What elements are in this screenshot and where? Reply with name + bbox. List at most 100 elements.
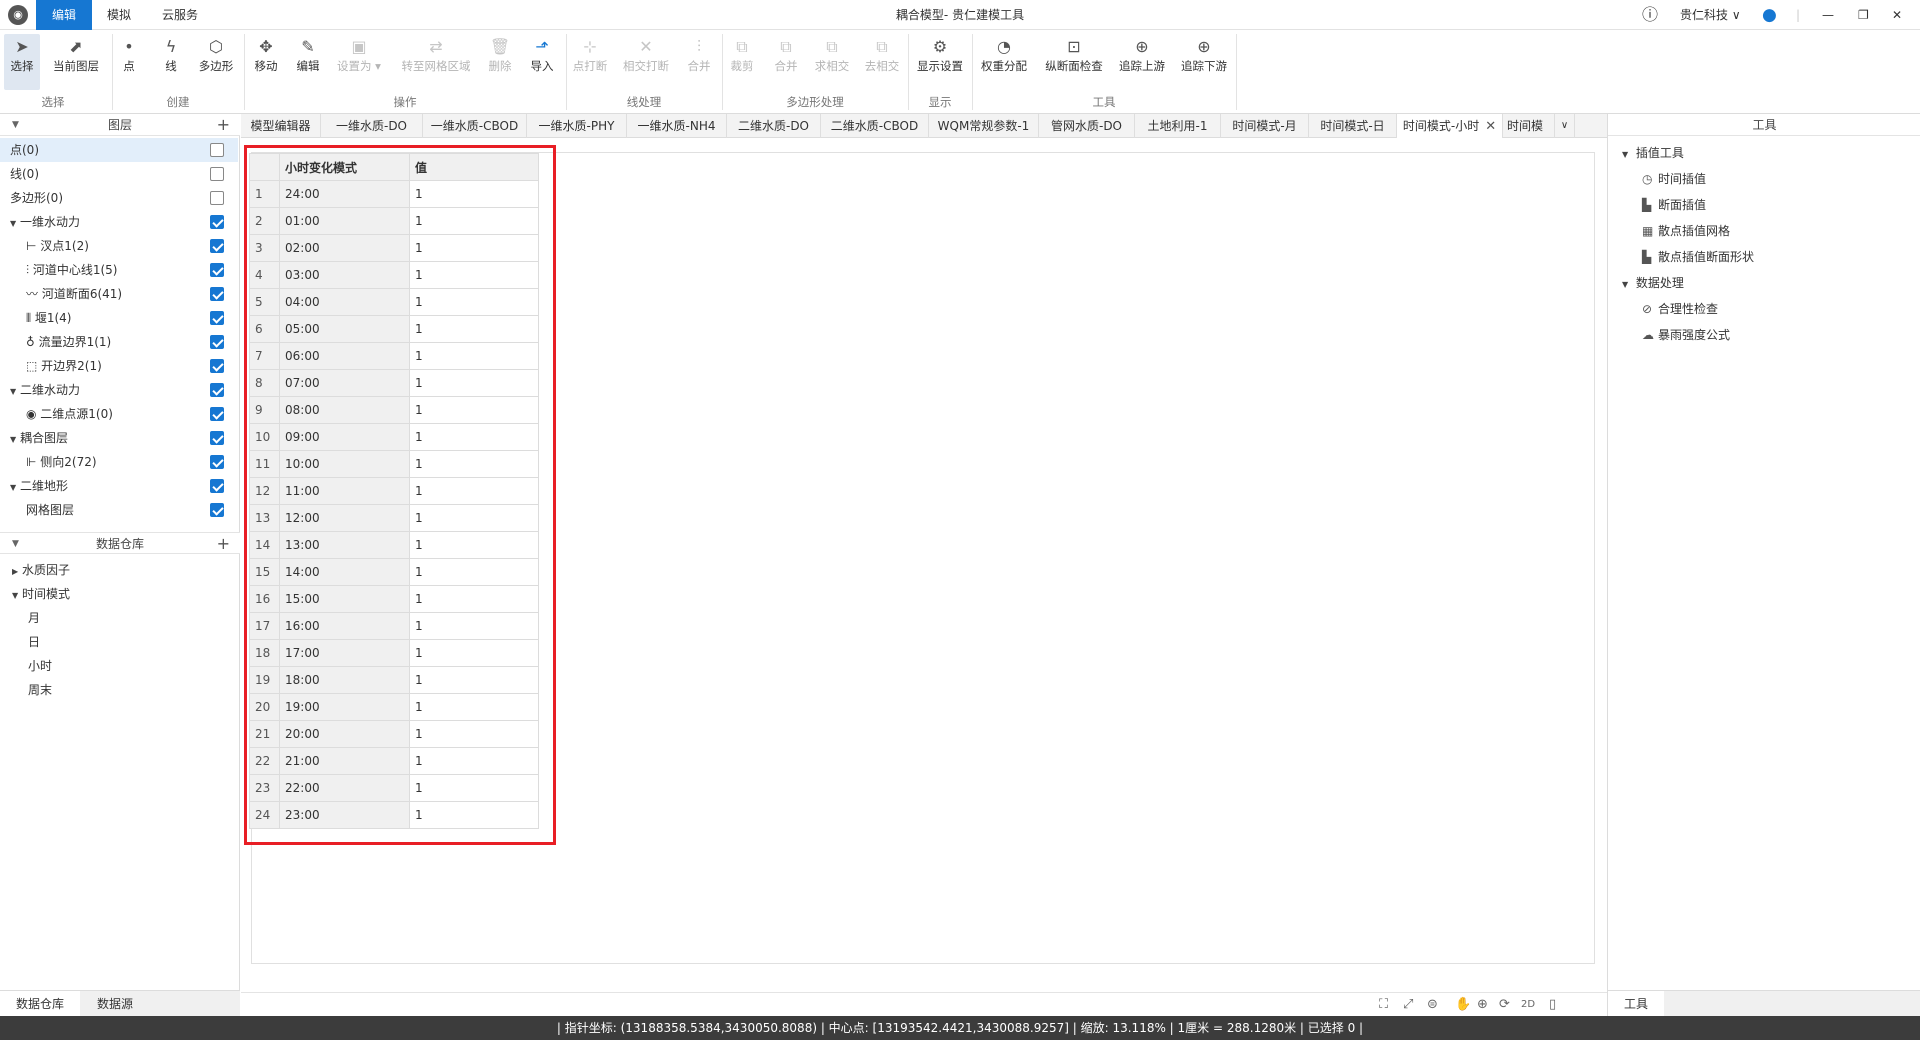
value-cell[interactable]: 1 (409, 558, 539, 586)
expand-icon[interactable]: ▼ (10, 428, 20, 452)
table-row[interactable]: 2 01:00 1 (249, 207, 539, 235)
time-cell[interactable]: 13:00 (279, 531, 410, 559)
time-cell[interactable]: 03:00 (279, 261, 410, 289)
tool-section[interactable]: ▼ 插值工具 (1622, 140, 1684, 166)
value-cell[interactable]: 1 (409, 639, 539, 667)
layer-checkbox[interactable] (210, 143, 224, 157)
user-avatar-icon[interactable]: ● (1762, 0, 1777, 30)
layer-checkbox[interactable] (210, 335, 224, 349)
table-row[interactable]: 17 16:00 1 (249, 612, 539, 640)
profile-check-button[interactable]: ⊡ 纵断面检查 (1042, 36, 1106, 74)
value-cell[interactable]: 1 (409, 180, 539, 208)
time-cell[interactable]: 23:00 (279, 801, 410, 829)
doc-tab[interactable]: 一维水质-CBOD (423, 114, 527, 138)
expand-icon[interactable]: ▼ (10, 212, 20, 236)
layer-checkbox[interactable] (210, 263, 224, 277)
time-cell[interactable]: 14:00 (279, 558, 410, 586)
split-view-icon[interactable]: ▯ (1549, 997, 1556, 1012)
weight-allocation-button[interactable]: ◔ 权重分配 (978, 36, 1030, 74)
time-cell[interactable]: 21:00 (279, 747, 410, 775)
doc-tab[interactable]: 一维水质-NH4 (627, 114, 727, 138)
doc-tab[interactable]: 时间模 (1503, 114, 1555, 138)
column-header-pattern[interactable]: 小时变化模式 (279, 153, 410, 181)
expand-icon[interactable]: ▼ (1622, 272, 1632, 298)
polygon-union-button[interactable]: ⧉ 合并 (770, 36, 802, 74)
zoom-in-icon[interactable]: ⊕ (1477, 997, 1488, 1012)
view-2d-toggle[interactable]: 2D (1521, 999, 1535, 1010)
layer-item[interactable]: ⫶ 河道中心线1(5) (0, 258, 238, 282)
close-button[interactable]: ✕ (1892, 0, 1902, 30)
doc-tab[interactable]: WQM常规参数-1 (929, 114, 1039, 138)
time-cell[interactable]: 17:00 (279, 639, 410, 667)
trace-upstream-button[interactable]: ⊕ 追踪上游 (1116, 36, 1168, 74)
table-row[interactable]: 24 23:00 1 (249, 801, 539, 829)
collapse-icon[interactable]: ▼ (12, 533, 19, 555)
value-cell[interactable]: 1 (409, 450, 539, 478)
restore-button[interactable]: ❐ (1858, 0, 1869, 30)
layer-item[interactable]: ⊢ 汊点1(2) (0, 234, 238, 258)
value-cell[interactable]: 1 (409, 585, 539, 613)
doc-tab[interactable]: 管网水质-DO (1039, 114, 1135, 138)
time-cell[interactable]: 05:00 (279, 315, 410, 343)
layer-checkbox[interactable] (210, 407, 224, 421)
line-button[interactable]: ϟ线 (156, 36, 186, 74)
layer-checkbox[interactable] (210, 239, 224, 253)
value-cell[interactable]: 1 (409, 747, 539, 775)
time-cell[interactable]: 20:00 (279, 720, 410, 748)
warehouse-item[interactable]: 月 (0, 606, 238, 630)
table-row[interactable]: 4 03:00 1 (249, 261, 539, 289)
expand-icon[interactable]: ▼ (1622, 142, 1632, 168)
layer-item[interactable]: ♁ 流量边界1(1) (0, 330, 238, 354)
layer-item[interactable]: 〰 河道断面6(41) (0, 282, 238, 306)
time-cell[interactable]: 11:00 (279, 477, 410, 505)
close-tab-icon[interactable]: ✕ (1485, 119, 1496, 134)
value-cell[interactable]: 1 (409, 261, 539, 289)
table-row[interactable]: 3 02:00 1 (249, 234, 539, 262)
time-cell[interactable]: 10:00 (279, 450, 410, 478)
set-as-button[interactable]: ▣ 设置为 ▾ (334, 36, 384, 74)
fit-icon[interactable]: ⤢ (1403, 997, 1413, 1012)
value-cell[interactable]: 1 (409, 666, 539, 694)
layer-checkbox[interactable] (210, 455, 224, 469)
menu-tab-edit[interactable]: 编辑 (36, 0, 92, 30)
point-button[interactable]: • 点 (114, 36, 144, 74)
column-header-value[interactable]: 值 (409, 153, 539, 181)
point-break-button[interactable]: ⊹ 点打断 (570, 36, 610, 74)
value-cell[interactable]: 1 (409, 720, 539, 748)
layer-checkbox[interactable] (210, 359, 224, 373)
layer-group[interactable]: ▼ 耦合图层 (0, 426, 238, 450)
table-row[interactable]: 7 06:00 1 (249, 342, 539, 370)
intersect-break-button[interactable]: ✕ 相交打断 (620, 36, 672, 74)
tabs-overflow-chevron-icon[interactable]: ∨ (1555, 114, 1575, 138)
expand-icon[interactable]: ▼ (10, 476, 20, 500)
doc-tab[interactable]: 时间模式-日 (1309, 114, 1397, 138)
layer-item[interactable]: ⬚ 开边界2(1) (0, 354, 238, 378)
company-menu[interactable]: 贵仁科技 ∨ (1680, 0, 1741, 30)
layer-item[interactable]: ◉ 二维点源1(0) (0, 402, 238, 426)
polygon-button[interactable]: ⬡ 多边形 (196, 36, 236, 74)
time-cell[interactable]: 16:00 (279, 612, 410, 640)
layer-item[interactable]: 网格图层 (0, 498, 238, 522)
time-cell[interactable]: 18:00 (279, 666, 410, 694)
table-row[interactable]: 15 14:00 1 (249, 558, 539, 586)
value-cell[interactable]: 1 (409, 504, 539, 532)
table-row[interactable]: 11 10:00 1 (249, 450, 539, 478)
doc-tab[interactable]: 一维水质-DO (321, 114, 423, 138)
table-row[interactable]: 13 12:00 1 (249, 504, 539, 532)
zoom-extent-icon[interactable]: ⊜ (1427, 997, 1438, 1012)
doc-tab-active[interactable]: 时间模式-小时 ✕ (1397, 114, 1503, 138)
tool-item[interactable]: ⊘ 合理性检查 (1642, 296, 1718, 322)
tool-item[interactable]: ▙ 断面插值 (1642, 192, 1706, 218)
time-cell[interactable]: 01:00 (279, 207, 410, 235)
table-row[interactable]: 18 17:00 1 (249, 639, 539, 667)
table-row[interactable]: 21 20:00 1 (249, 720, 539, 748)
value-cell[interactable]: 1 (409, 396, 539, 424)
add-layer-icon[interactable]: + (217, 114, 230, 136)
remove-intersect-button[interactable]: ⧉ 去相交 (862, 36, 902, 74)
value-cell[interactable]: 1 (409, 342, 539, 370)
layer-group[interactable]: ▼ 二维地形 (0, 474, 238, 498)
refresh-icon[interactable]: ⟳ (1499, 997, 1510, 1012)
tool-item[interactable]: ▙ 散点插值断面形状 (1642, 244, 1754, 270)
table-row[interactable]: 20 19:00 1 (249, 693, 539, 721)
intersect-button[interactable]: ⧉ 求相交 (812, 36, 852, 74)
